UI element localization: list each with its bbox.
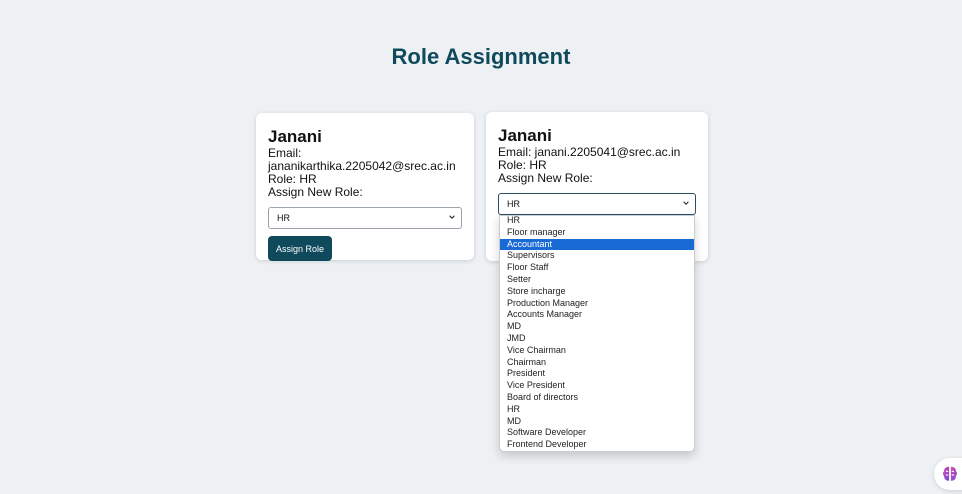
role-select[interactable]: HR	[498, 193, 696, 215]
chevron-down-icon	[683, 201, 689, 205]
dropdown-option[interactable]: HR	[500, 404, 694, 416]
chevron-down-icon	[449, 215, 455, 219]
dropdown-option[interactable]: Store incharge	[500, 286, 694, 298]
dropdown-option-highlighted[interactable]: Accountant	[500, 238, 694, 251]
dropdown-option[interactable]: HR	[500, 216, 694, 227]
role-select[interactable]: HR	[268, 207, 462, 229]
dropdown-option[interactable]: Supervisors	[500, 250, 694, 262]
dropdown-option[interactable]: Frontend Developer	[500, 439, 694, 451]
dropdown-option[interactable]: Floor manager	[500, 227, 694, 239]
dropdown-option[interactable]: Vice Chairman	[500, 345, 694, 357]
assistant-widget-button[interactable]	[934, 458, 962, 490]
dropdown-option[interactable]: Vice President	[500, 380, 694, 392]
dropdown-option[interactable]: President	[500, 368, 694, 380]
user-card-1: Janani Email: jananikarthika.2205042@sre…	[256, 113, 474, 261]
dropdown-option[interactable]: Accounts Manager	[500, 309, 694, 321]
dropdown-option[interactable]: Board of directors	[500, 392, 694, 404]
role-dropdown-list: HR Floor manager Accountant Supervisors …	[499, 215, 695, 452]
assign-role-label: Assign New Role:	[268, 185, 363, 199]
user-email: Email: jananikarthika.2205042@srec.ac.in	[268, 146, 456, 173]
dropdown-option[interactable]: Software Developer	[500, 427, 694, 439]
dropdown-option[interactable]: JMD	[500, 333, 694, 345]
role-select-value: HR	[507, 199, 520, 209]
dropdown-option[interactable]: Production Manager	[500, 298, 694, 310]
dropdown-option[interactable]: MD	[500, 321, 694, 333]
user-name: Janani	[268, 127, 322, 146]
dropdown-option[interactable]: Floor Staff	[500, 262, 694, 274]
user-name: Janani	[498, 126, 552, 145]
page-title: Role Assignment	[391, 44, 571, 69]
brain-icon	[943, 466, 957, 481]
assign-role-label: Assign New Role:	[498, 171, 593, 185]
dropdown-option[interactable]: Chairman	[500, 357, 694, 369]
role-select-value: HR	[277, 213, 290, 223]
dropdown-option[interactable]: Setter	[500, 274, 694, 286]
assign-role-button[interactable]: Assign Role	[268, 236, 332, 261]
dropdown-option[interactable]: MD	[500, 416, 694, 428]
